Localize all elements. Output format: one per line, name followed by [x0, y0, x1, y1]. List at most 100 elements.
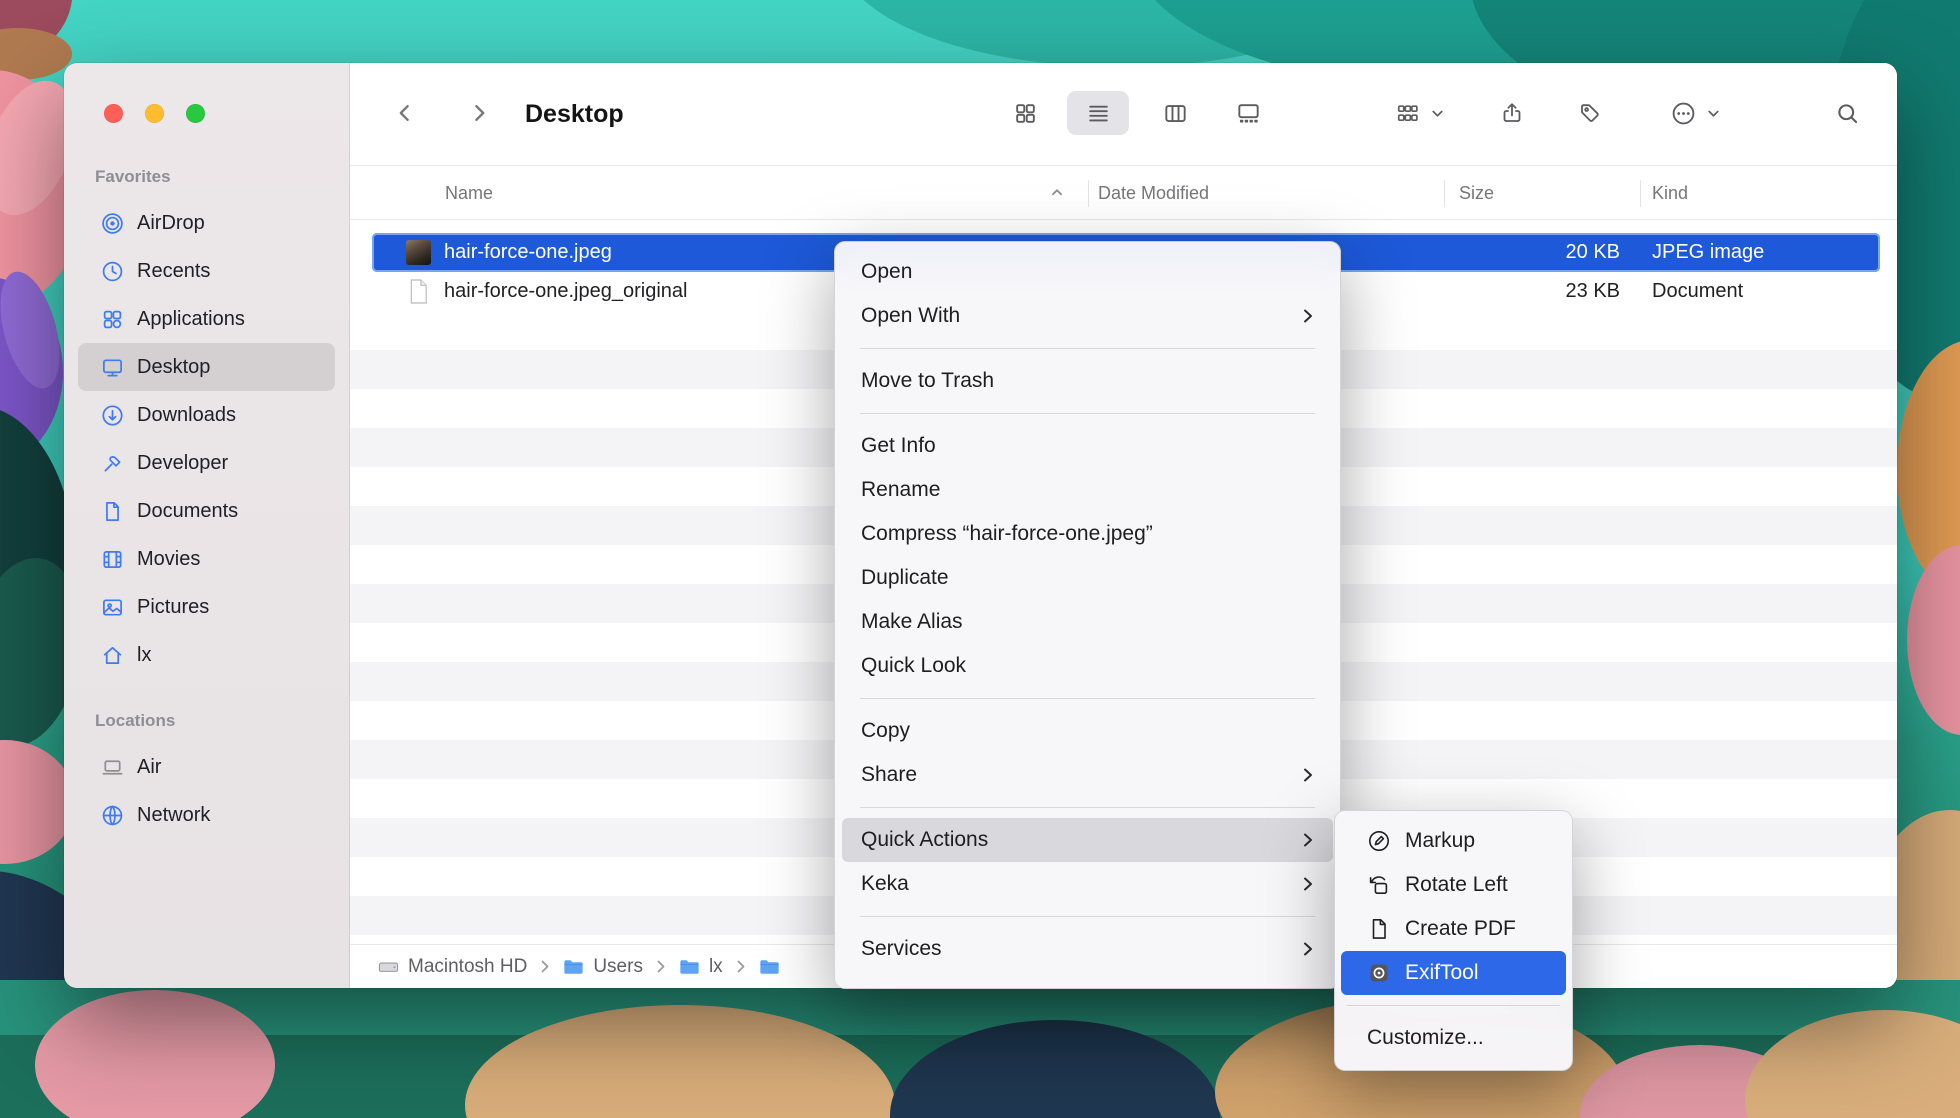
sidebar-item-label: Applications — [137, 308, 245, 331]
submenu-item-markup[interactable]: Markup — [1341, 819, 1566, 863]
sidebar-item-documents[interactable]: Documents — [78, 487, 335, 535]
sidebar-item-label: lx — [137, 644, 151, 667]
search-icon — [1835, 101, 1860, 126]
icon-view-button[interactable] — [994, 91, 1056, 135]
desktop-icon — [101, 356, 124, 379]
applications-grid-icon — [101, 308, 124, 331]
hammer-icon — [101, 452, 124, 475]
path-segment-lx[interactable]: lx — [679, 956, 723, 978]
back-button[interactable] — [383, 91, 427, 135]
sidebar: Favorites AirDrop Recents Applications D… — [64, 63, 350, 988]
column-header-size[interactable]: Size — [1459, 166, 1494, 220]
downloads-circle-icon — [101, 404, 124, 427]
menu-item-keka[interactable]: Keka — [842, 862, 1333, 906]
column-header-kind[interactable]: Kind — [1652, 166, 1688, 220]
sidebar-item-label: AirDrop — [137, 212, 205, 235]
sidebar-item-label: Developer — [137, 452, 228, 475]
film-icon — [101, 548, 124, 571]
menu-item-rename[interactable]: Rename — [842, 468, 1333, 512]
folder-icon — [759, 957, 780, 977]
folder-icon — [679, 957, 700, 977]
window-title: Desktop — [525, 63, 624, 166]
sidebar-item-airdrop[interactable]: AirDrop — [78, 199, 335, 247]
submenu-item-rotate-left[interactable]: Rotate Left — [1341, 863, 1566, 907]
share-button[interactable] — [1490, 91, 1534, 135]
menu-item-open-with[interactable]: Open With — [842, 294, 1333, 338]
menu-item-compress[interactable]: Compress “hair-force-one.jpeg” — [842, 512, 1333, 556]
path-segment-truncated[interactable] — [759, 957, 789, 977]
document-icon — [101, 500, 124, 523]
create-pdf-icon — [1367, 917, 1391, 941]
sidebar-item-label: Air — [137, 756, 161, 779]
sidebar-item-movies[interactable]: Movies — [78, 535, 335, 583]
sidebar-item-developer[interactable]: Developer — [78, 439, 335, 487]
menu-item-copy[interactable]: Copy — [842, 709, 1333, 753]
menu-item-move-to-trash[interactable]: Move to Trash — [842, 359, 1333, 403]
laptop-icon — [101, 756, 124, 779]
sidebar-item-air[interactable]: Air — [78, 743, 335, 791]
sidebar-item-recents[interactable]: Recents — [78, 247, 335, 295]
close-window-button[interactable] — [104, 104, 123, 123]
sidebar-item-label: Movies — [137, 548, 200, 571]
column-header-name[interactable]: Name — [445, 166, 493, 220]
path-separator-icon — [736, 959, 746, 974]
photo-icon — [101, 596, 124, 619]
search-button[interactable] — [1825, 91, 1869, 135]
sidebar-content: Favorites AirDrop Recents Applications D… — [64, 63, 349, 839]
column-headers: Name Date Modified Size Kind — [350, 166, 1897, 220]
sidebar-item-applications[interactable]: Applications — [78, 295, 335, 343]
gallery-view-button[interactable] — [1217, 91, 1279, 135]
column-view-button[interactable] — [1144, 91, 1206, 135]
menu-item-get-info[interactable]: Get Info — [842, 424, 1333, 468]
sidebar-item-downloads[interactable]: Downloads — [78, 391, 335, 439]
submenu-item-create-pdf[interactable]: Create PDF — [1341, 907, 1566, 951]
tags-button[interactable] — [1568, 91, 1612, 135]
menu-separator — [860, 916, 1315, 917]
submenu-item-customize[interactable]: Customize... — [1341, 1016, 1566, 1060]
column-divider — [1640, 180, 1641, 207]
submenu-item-exiftool[interactable]: ExifTool — [1341, 951, 1566, 995]
sidebar-item-label: Pictures — [137, 596, 209, 619]
menu-separator — [860, 413, 1315, 414]
sidebar-item-pictures[interactable]: Pictures — [78, 583, 335, 631]
file-kind: Document — [1652, 272, 1743, 311]
menu-item-duplicate[interactable]: Duplicate — [842, 556, 1333, 600]
list-view-button[interactable] — [1067, 91, 1129, 135]
quick-actions-submenu: Markup Rotate Left Create PDF ExifTool C… — [1334, 810, 1573, 1071]
group-button[interactable] — [1370, 91, 1470, 135]
sidebar-item-label: Desktop — [137, 356, 210, 379]
menu-item-quick-look[interactable]: Quick Look — [842, 644, 1333, 688]
sidebar-item-label: Downloads — [137, 404, 236, 427]
hard-drive-icon — [378, 957, 399, 977]
context-menu: Open Open With Move to Trash Get Info Re… — [834, 241, 1341, 989]
submenu-chevron-icon — [1302, 766, 1314, 784]
submenu-chevron-icon — [1302, 940, 1314, 958]
menu-separator — [860, 698, 1315, 699]
sidebar-item-network[interactable]: Network — [78, 791, 335, 839]
sidebar-favorites-heading: Favorites — [95, 167, 335, 187]
grid-view-icon — [1013, 101, 1038, 126]
more-options-button[interactable] — [1648, 91, 1744, 135]
forward-chevron-icon — [467, 101, 491, 125]
minimize-window-button[interactable] — [145, 104, 164, 123]
zoom-window-button[interactable] — [186, 104, 205, 123]
sidebar-item-home-lx[interactable]: lx — [78, 631, 335, 679]
menu-item-services[interactable]: Services — [842, 927, 1333, 971]
path-segment-users[interactable]: Users — [563, 956, 643, 978]
path-segment-macintosh-hd[interactable]: Macintosh HD — [378, 956, 527, 978]
rotate-left-icon — [1367, 873, 1391, 897]
column-divider — [1444, 180, 1445, 207]
menu-item-quick-actions[interactable]: Quick Actions — [842, 818, 1333, 862]
menu-item-make-alias[interactable]: Make Alias — [842, 600, 1333, 644]
chevron-down-icon — [1705, 105, 1722, 122]
column-header-date-modified[interactable]: Date Modified — [1098, 166, 1209, 220]
menu-item-open[interactable]: Open — [842, 250, 1333, 294]
globe-icon — [101, 804, 124, 827]
forward-button[interactable] — [457, 91, 501, 135]
menu-separator — [860, 807, 1315, 808]
back-chevron-icon — [393, 101, 417, 125]
file-size: 23 KB — [1566, 272, 1620, 311]
menu-item-share[interactable]: Share — [842, 753, 1333, 797]
folder-icon — [563, 957, 584, 977]
sidebar-item-desktop[interactable]: Desktop — [78, 343, 335, 391]
